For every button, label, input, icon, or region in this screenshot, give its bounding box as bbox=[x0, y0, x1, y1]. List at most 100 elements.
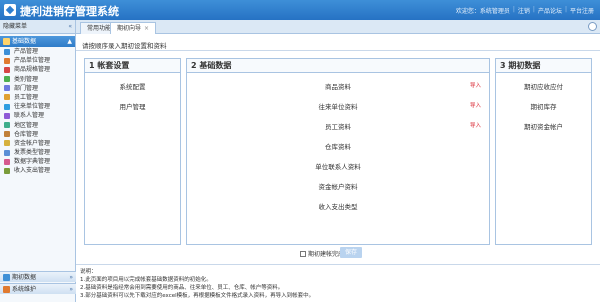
sidebar: 隐藏菜单 « 基础数据 ▲ 产品管理产品单位管理 商品规格管理 类别管理 部门管理 员工… bbox=[0, 20, 76, 302]
tab-settings-icon[interactable] bbox=[588, 22, 597, 31]
notes-line: 2.基础资料是指经常会用到需要使用的商品、往来单位、员工、仓库、帐户等资料。 bbox=[80, 285, 284, 291]
sidebar-item[interactable]: 产品管理 bbox=[0, 47, 75, 56]
sidebar-item-label: 发票类型管理 bbox=[14, 149, 51, 157]
sidebar-group-label: 期初数据 bbox=[12, 274, 37, 281]
link-product-data[interactable]: 商品资料 bbox=[187, 81, 489, 91]
chevron-double-icon: » bbox=[69, 274, 73, 281]
app-logo-icon bbox=[4, 4, 16, 16]
sidebar-item-label: 收入支出管理 bbox=[14, 167, 51, 175]
menu-item-icon bbox=[4, 149, 10, 156]
menu-item-icon bbox=[4, 122, 10, 128]
chevron-double-icon: » bbox=[69, 286, 73, 293]
sidebar-item-label: 地区管理 bbox=[14, 121, 39, 129]
app-title: 捷利进销存管理系统 bbox=[20, 5, 119, 18]
gear-icon bbox=[3, 286, 10, 293]
sidebar-item[interactable]: 类别管理 bbox=[0, 75, 75, 84]
collapse-icon[interactable]: « bbox=[68, 20, 72, 33]
link-warehouse-data[interactable]: 仓库资料 bbox=[187, 141, 489, 151]
sidebar-item-label: 产品管理 bbox=[14, 48, 39, 55]
close-icon[interactable]: × bbox=[144, 25, 149, 32]
link-opening-receivable-payable[interactable]: 期初应收应付 bbox=[496, 81, 591, 91]
checkbox-label: 期初建帐完成 bbox=[308, 251, 345, 258]
separator: | bbox=[564, 6, 567, 13]
link-opening-fund-account[interactable]: 期初资金帐户 bbox=[496, 121, 591, 131]
sidebar-group-basic-data[interactable]: 基础数据 ▲ bbox=[0, 36, 75, 47]
menu-item-icon bbox=[4, 112, 10, 119]
notes-line: 1.此页面的项目用以完成帐套基础数据资料的初始化。 bbox=[80, 277, 212, 283]
menu-item-icon bbox=[4, 76, 10, 83]
sidebar-item[interactable]: 联系人管理 bbox=[0, 111, 75, 120]
sidebar-item-label: 资金帐户管理 bbox=[14, 139, 51, 147]
panel-opening-data: 3 期初数据 期初应收应付 期初库存 期初资金帐户 bbox=[495, 58, 592, 245]
tab-label: 期初向导 bbox=[117, 25, 142, 32]
menu-item-icon bbox=[4, 140, 10, 147]
link-system-config[interactable]: 系统配置 bbox=[85, 81, 180, 91]
sidebar-item[interactable]: 商品规格管理 bbox=[0, 65, 75, 74]
sidebar-item-label: 数据字典管理 bbox=[14, 158, 51, 166]
separator: | bbox=[512, 6, 515, 13]
header-links: 欢迎您：系统管理员 | 注销 | 产品论坛 | 平台注册 bbox=[456, 6, 594, 15]
folder-icon bbox=[3, 38, 10, 45]
panel-account-setup: 1 帐套设置 系统配置 用户管理 bbox=[84, 58, 181, 245]
link-fund-account-data[interactable]: 资金帐户资料 bbox=[187, 181, 489, 191]
sidebar-item-label: 类别管理 bbox=[14, 75, 39, 83]
link-employee-data[interactable]: 员工资料 bbox=[187, 121, 489, 131]
sidebar-item-label: 员工管理 bbox=[14, 93, 39, 101]
sidebar-group-label: 基础数据 bbox=[12, 38, 37, 45]
sidebar-item-label: 往来单位管理 bbox=[14, 103, 51, 111]
hide-menu-label[interactable]: 隐藏菜单 bbox=[3, 23, 27, 30]
menu-item-icon bbox=[4, 85, 10, 92]
link-user-management[interactable]: 用户管理 bbox=[85, 101, 180, 111]
import-link[interactable]: 导入 bbox=[470, 121, 481, 129]
sidebar-item-label: 商品规格管理 bbox=[14, 66, 51, 74]
sidebar-item[interactable]: 数据字典管理 bbox=[0, 157, 75, 166]
save-button[interactable]: 保存 bbox=[340, 247, 362, 258]
welcome-text: 欢迎您：系统管理员 bbox=[455, 8, 510, 15]
menu-item-icon bbox=[4, 57, 10, 64]
link-opening-inventory[interactable]: 期初库存 bbox=[496, 101, 591, 111]
folder-icon bbox=[3, 274, 10, 281]
link-partner-data[interactable]: 往来单位资料 bbox=[187, 101, 489, 111]
notes-line: 3.部分基础资料可以先下载对应的excel模板，再根据模板文件格式录入资料，再导… bbox=[80, 293, 315, 299]
sidebar-group-system-maintenance[interactable]: 系统维护 » bbox=[0, 283, 76, 294]
sidebar-item[interactable]: 部门管理 bbox=[0, 84, 75, 93]
opening-complete-checkbox[interactable]: 期初建帐完成 bbox=[300, 249, 344, 258]
panel-title: 3 期初数据 bbox=[496, 59, 591, 73]
sidebar-item[interactable]: 仓库管理 bbox=[0, 130, 75, 139]
menu-item-icon bbox=[4, 158, 10, 165]
logout-link[interactable]: 注销 bbox=[518, 6, 530, 15]
divider bbox=[76, 50, 600, 51]
page-hint: 请按顺序录入期初设置和资料 bbox=[82, 42, 167, 50]
tab-label: 常用功能 bbox=[87, 25, 112, 32]
tab-opening-wizard[interactable]: 期初向导 × bbox=[110, 22, 157, 34]
register-link[interactable]: 平台注册 bbox=[570, 6, 594, 15]
tab-bar: 常用功能 期初向导 × bbox=[76, 20, 600, 34]
sidebar-item[interactable]: 员工管理 bbox=[0, 93, 75, 102]
sidebar-item-label: 联系人管理 bbox=[14, 112, 45, 120]
sidebar-item[interactable]: 发票类型管理 bbox=[0, 148, 75, 157]
sidebar-item[interactable]: 资金帐户管理 bbox=[0, 139, 75, 148]
menu-item-icon bbox=[4, 103, 10, 110]
sidebar-group-label: 系统维护 bbox=[12, 286, 37, 293]
separator: | bbox=[532, 6, 535, 13]
app-header: 捷利进销存管理系统 欢迎您：系统管理员 | 注销 | 产品论坛 | 平台注册 bbox=[0, 0, 600, 20]
sidebar-item[interactable]: 地区管理 bbox=[0, 121, 75, 130]
sidebar-item-label: 部门管理 bbox=[14, 84, 39, 92]
chevron-up-icon: ▲ bbox=[67, 38, 72, 45]
link-contact-data[interactable]: 单位联系人资料 bbox=[187, 161, 489, 171]
menu-item-icon bbox=[4, 131, 10, 138]
sidebar-header: 隐藏菜单 « bbox=[0, 20, 75, 34]
import-link[interactable]: 导入 bbox=[470, 101, 481, 109]
link-income-expense-type[interactable]: 收入支出类型 bbox=[187, 201, 489, 211]
sidebar-items: 产品管理产品单位管理 商品规格管理 类别管理 部门管理 员工管理往来单位管理 联系人管理地… bbox=[0, 47, 75, 176]
sidebar-item[interactable]: 往来单位管理 bbox=[0, 102, 75, 111]
forum-link[interactable]: 产品论坛 bbox=[538, 6, 562, 15]
import-link[interactable]: 导入 bbox=[470, 81, 481, 89]
sidebar-item[interactable]: 收入支出管理 bbox=[0, 166, 75, 175]
panel-title: 1 帐套设置 bbox=[85, 59, 180, 73]
sidebar-item[interactable]: 产品单位管理 bbox=[0, 56, 75, 65]
sidebar-item-label: 产品单位管理 bbox=[14, 57, 51, 65]
sidebar-group-opening-data[interactable]: 期初数据 » bbox=[0, 271, 76, 282]
checkbox[interactable] bbox=[300, 250, 306, 257]
main-content: 请按顺序录入期初设置和资料 1 帐套设置 系统配置 用户管理 2 基础数据 商品… bbox=[76, 34, 600, 302]
